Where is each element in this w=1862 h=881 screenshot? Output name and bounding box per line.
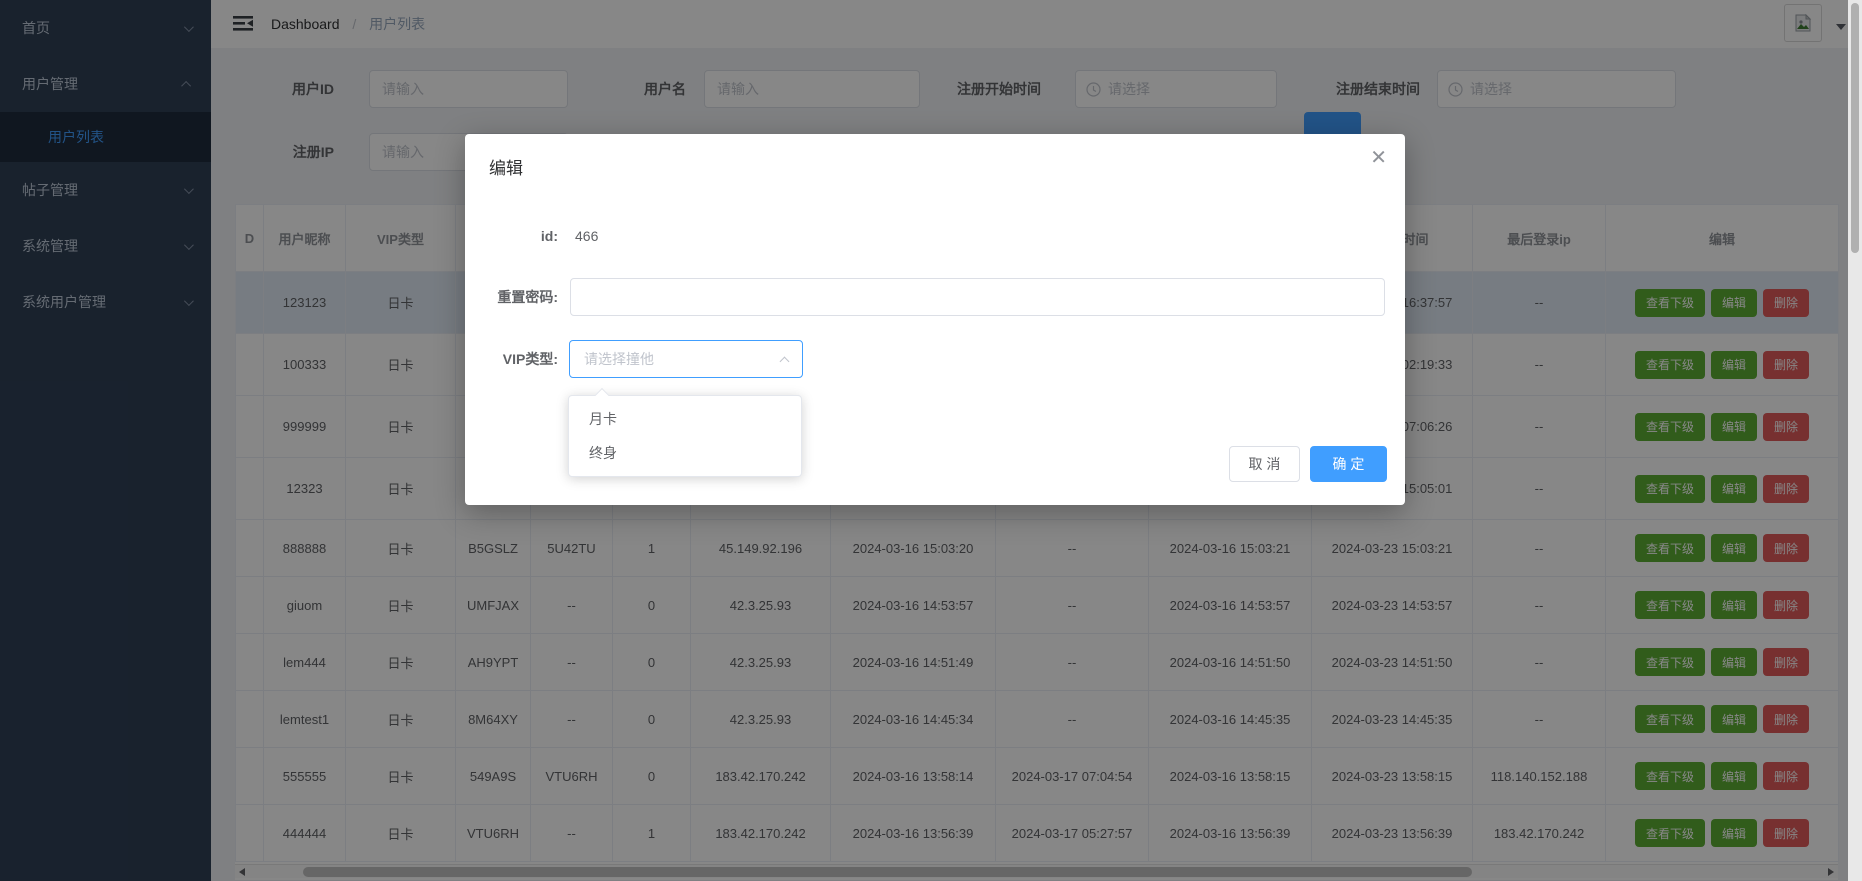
vip-dropdown: 月卡终身 [568,395,802,477]
chevron-up-icon [780,357,790,367]
reset-password-field[interactable] [571,279,1384,315]
vip-option-1[interactable]: 终身 [569,436,801,470]
vip-type-select[interactable]: 请选择撞他 [569,340,803,378]
reset-password-label: 重置密码: [465,278,558,316]
dialog-title: 编辑 [489,154,523,179]
confirm-button[interactable]: 确 定 [1310,446,1387,482]
cancel-button[interactable]: 取 消 [1229,446,1300,482]
app-root: 首页用户管理用户列表帖子管理系统管理系统用户管理 Dashboard / 用户列… [0,0,1862,881]
vertical-scrollbar[interactable] [1848,0,1862,881]
id-value: 466 [575,217,598,255]
vip-option-0[interactable]: 月卡 [569,402,801,436]
id-label: id: [465,217,558,255]
close-icon[interactable]: ✕ [1370,148,1387,168]
vip-type-label: VIP类型: [465,340,558,378]
vertical-scrollbar-thumb[interactable] [1851,3,1859,253]
reset-password-field-wrap [570,278,1385,316]
vip-type-placeholder: 请选择撞他 [584,341,654,377]
